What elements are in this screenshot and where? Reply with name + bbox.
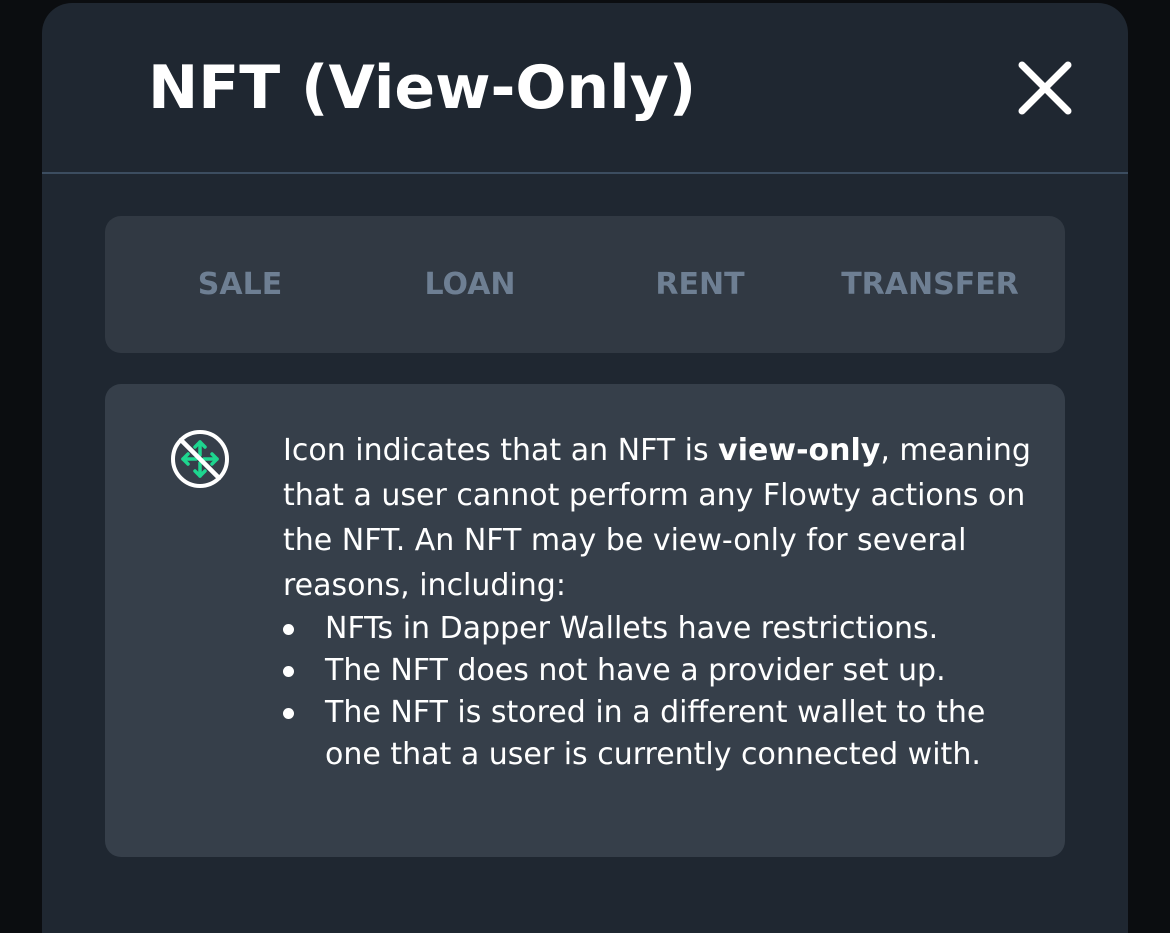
bullet (283, 624, 294, 635)
info-card: Icon indicates that an NFT is view-only,… (105, 384, 1065, 857)
bullet (283, 708, 294, 719)
modal-title: NFT (View-Only) (148, 53, 697, 123)
info-description: Icon indicates that an NFT is view-only,… (283, 428, 1043, 776)
reason-text: The NFT does not have a provider set up. (325, 653, 946, 688)
list-item: The NFT is stored in a different wallet … (283, 692, 1043, 776)
modal-header: NFT (View-Only) (42, 3, 1128, 174)
reason-text: The NFT is stored in a different wallet … (325, 695, 986, 772)
reason-text: NFTs in Dapper Wallets have restrictions… (325, 611, 939, 646)
bullet (283, 666, 294, 677)
list-item: The NFT does not have a provider set up. (283, 650, 1043, 692)
info-paragraph: Icon indicates that an NFT is view-only,… (283, 428, 1043, 608)
reasons-list: NFTs in Dapper Wallets have restrictions… (283, 608, 1043, 776)
info-text-before: Icon indicates that an NFT is (283, 433, 719, 468)
tab-rent[interactable]: RENT (585, 216, 815, 353)
close-button[interactable] (1008, 51, 1082, 125)
info-text-bold: view-only (718, 433, 881, 468)
close-icon (1018, 61, 1072, 115)
view-only-modal: NFT (View-Only) SALE LOAN RENT TRANSFER (42, 3, 1128, 933)
tab-sale[interactable]: SALE (125, 216, 355, 353)
view-only-icon (171, 430, 229, 488)
list-item: NFTs in Dapper Wallets have restrictions… (283, 608, 1043, 650)
tab-transfer[interactable]: TRANSFER (815, 216, 1045, 353)
action-tabs: SALE LOAN RENT TRANSFER (105, 216, 1065, 353)
tab-loan[interactable]: LOAN (355, 216, 585, 353)
